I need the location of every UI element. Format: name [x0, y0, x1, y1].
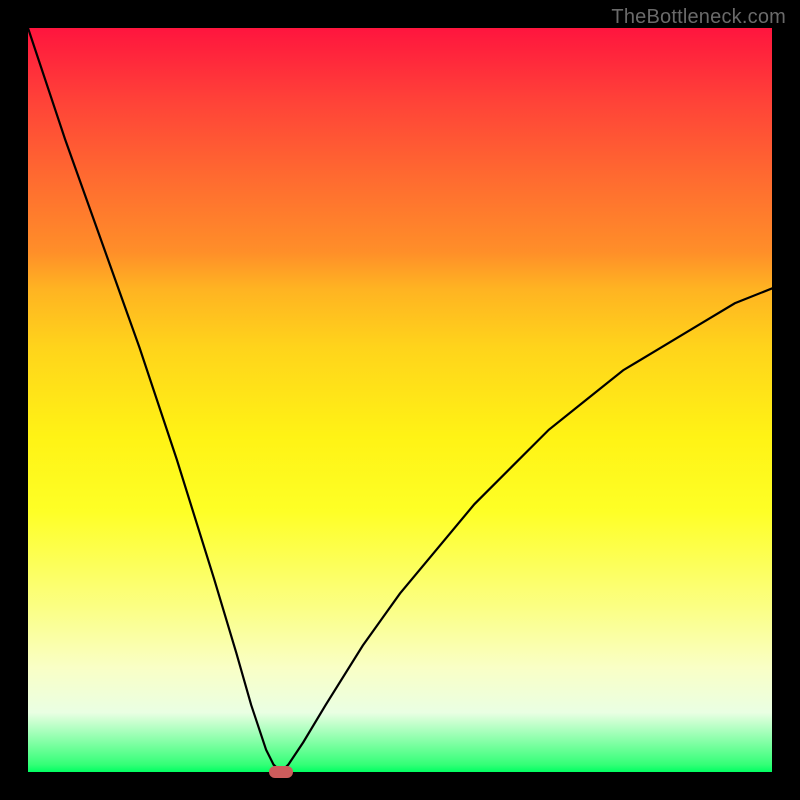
chart-frame: TheBottleneck.com: [0, 0, 800, 800]
plot-area: [28, 28, 772, 772]
watermark-text: TheBottleneck.com: [611, 6, 786, 29]
curve-layer: [28, 28, 772, 772]
min-marker: [269, 766, 293, 778]
bottleneck-curve: [28, 28, 772, 772]
